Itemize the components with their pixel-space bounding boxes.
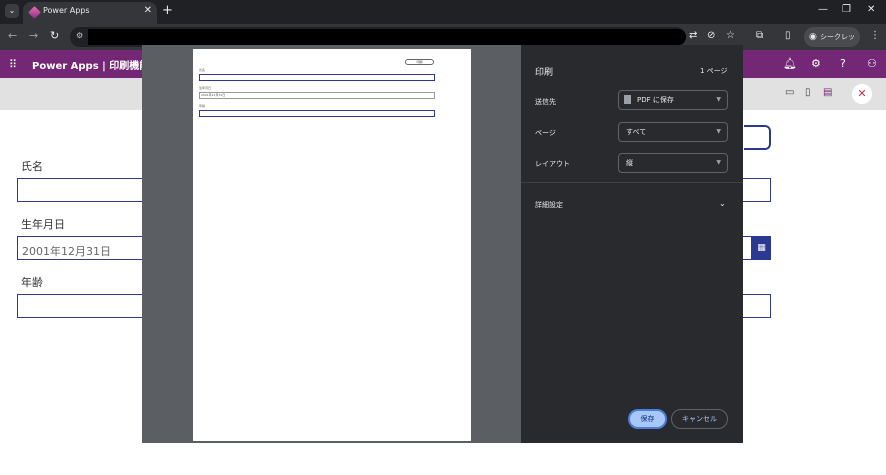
chevron-down-icon: ▼ xyxy=(716,159,721,166)
print-dialog: 印刷 氏名 生年月日 2001年12月31日 年齢 印刷 1 ページ 送信先 P… xyxy=(142,45,743,443)
age-label: 年齢 xyxy=(21,276,43,289)
address-bar[interactable]: ⚙ xyxy=(70,27,686,47)
preview-age-field xyxy=(199,110,435,117)
layout-select[interactable]: 縦 ▼ xyxy=(618,153,728,173)
preview-print-button: 印刷 xyxy=(405,59,434,65)
birth-date-value: 2001年12月31日 xyxy=(22,245,111,258)
help-icon[interactable]: ? xyxy=(840,57,846,70)
print-title: 印刷 xyxy=(535,68,554,78)
page-count: 1 ページ xyxy=(700,67,728,75)
destination-select[interactable]: PDF に保存 ▼ xyxy=(618,90,728,110)
phone-preview-icon[interactable]: ▯ xyxy=(805,87,811,98)
preview-name-label: 氏名 xyxy=(199,68,206,72)
site-info-icon[interactable]: ⚙ xyxy=(76,31,88,43)
account-icon[interactable]: ⚇ xyxy=(867,57,877,70)
url-field[interactable] xyxy=(88,29,686,45)
preview-age-label: 年齢 xyxy=(199,104,206,108)
birth-date-label: 生年月日 xyxy=(21,218,65,231)
cancel-button[interactable]: キャンセル xyxy=(671,409,728,429)
more-settings-chevron-icon[interactable]: ⌄ xyxy=(719,199,726,208)
maximize-icon[interactable]: ❐ xyxy=(842,4,851,15)
settings-icon[interactable]: ⚙ xyxy=(811,57,821,70)
preview-birth-label: 生年月日 xyxy=(199,86,212,90)
print-settings-panel: 印刷 1 ページ 送信先 PDF に保存 ▼ ページ すべて ▼ レイアウト 縦… xyxy=(521,45,743,443)
divider xyxy=(521,182,743,183)
chevron-down-icon: ▼ xyxy=(716,96,721,103)
incognito-badge[interactable]: ◉ シークレット xyxy=(804,27,860,61)
tab-close-icon[interactable]: ✕ xyxy=(144,5,152,16)
close-window-icon[interactable]: ✕ xyxy=(867,4,875,15)
tab-search-icon[interactable]: ⌄ xyxy=(5,4,19,18)
incognito-icon: ◉ xyxy=(809,32,817,42)
web-preview-icon[interactable]: ▤ xyxy=(823,87,832,98)
back-icon[interactable]: ← xyxy=(8,29,17,42)
close-preview-icon[interactable]: ✕ xyxy=(852,84,872,104)
bookmark-star-icon[interactable]: ☆ xyxy=(726,30,735,41)
layout-label: レイアウト xyxy=(535,160,570,168)
translate-icon[interactable]: ⇄ xyxy=(689,30,697,41)
print-preview-page: 印刷 氏名 生年月日 2001年12月31日 年齢 xyxy=(193,49,471,441)
pages-label: ページ xyxy=(535,129,556,137)
new-tab-icon[interactable]: + xyxy=(162,3,173,18)
app-launcher-icon[interactable]: ⠿ xyxy=(9,58,17,71)
destination-label: 送信先 xyxy=(535,98,556,106)
forward-icon[interactable]: → xyxy=(29,29,38,42)
notifications-icon[interactable]: 🔔︎ xyxy=(783,57,797,70)
calendar-icon[interactable]: ▦ xyxy=(752,236,771,260)
preview-birth-field: 2001年12月31日 xyxy=(199,92,435,99)
minimize-icon[interactable]: — xyxy=(818,4,828,15)
pdf-file-icon xyxy=(624,95,631,104)
side-panel-icon[interactable]: ▯ xyxy=(785,30,791,41)
more-settings-label[interactable]: 詳細設定 xyxy=(535,200,563,210)
browser-tab[interactable]: Power Apps ✕ xyxy=(23,2,157,24)
preview-name-field xyxy=(199,74,435,81)
name-label: 氏名 xyxy=(21,160,43,173)
chevron-down-icon: ▼ xyxy=(716,128,721,135)
save-button[interactable]: 保存 xyxy=(628,409,667,429)
tab-title: Power Apps xyxy=(43,6,90,15)
browser-tab-bar: ⌄ Power Apps ✕ + — ❐ ✕ xyxy=(0,0,886,24)
reload-icon[interactable]: ↻ xyxy=(50,29,59,42)
power-apps-favicon-icon xyxy=(28,6,41,19)
tracking-protection-icon[interactable]: ⊘ xyxy=(707,30,715,41)
tablet-preview-icon[interactable]: ▭ xyxy=(785,87,794,98)
pages-select[interactable]: すべて ▼ xyxy=(618,122,728,142)
print-button-edge[interactable] xyxy=(744,125,771,150)
extensions-icon[interactable]: ⧉ xyxy=(756,30,763,41)
browser-menu-icon[interactable]: ⋮ xyxy=(870,30,880,41)
